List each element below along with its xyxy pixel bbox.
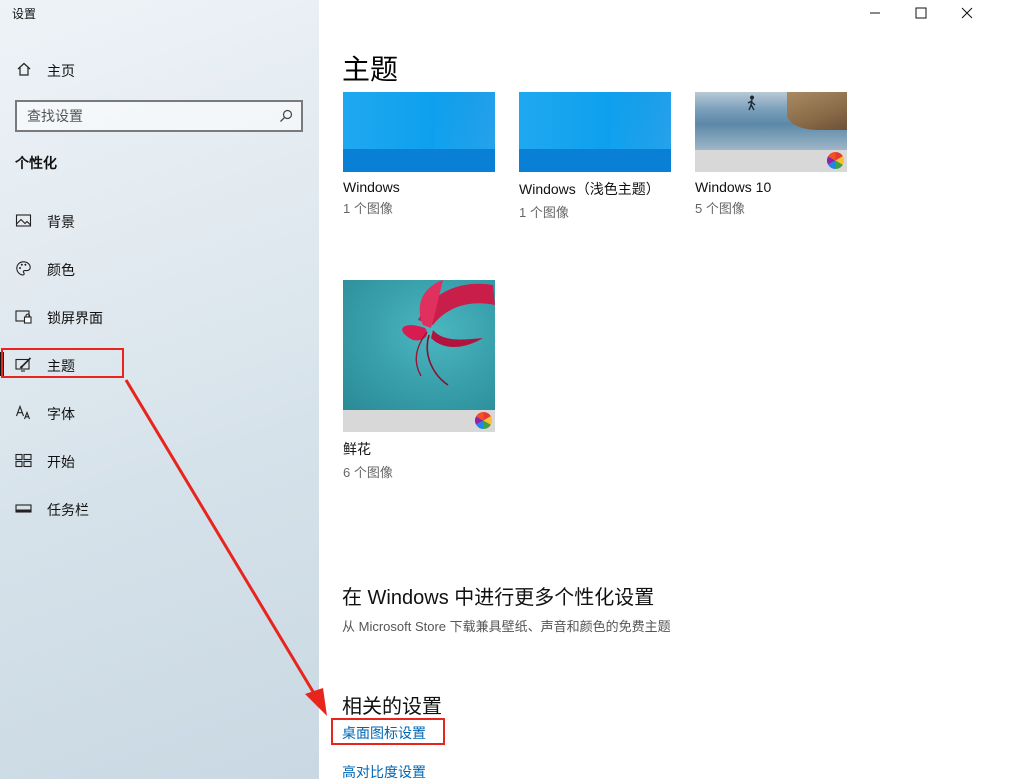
theme-card-windows-10[interactable]: Windows 10 5 个图像 bbox=[695, 92, 847, 217]
theme-image-count: 1 个图像 bbox=[519, 205, 569, 220]
theme-name: 鲜花 bbox=[343, 441, 371, 457]
active-indicator bbox=[0, 352, 4, 376]
sidebar-item-colors[interactable]: 颜色 bbox=[0, 248, 319, 288]
theme-thumbnail bbox=[343, 280, 495, 432]
theme-thumbnail bbox=[695, 92, 847, 172]
sidebar: 设置 主页 个性化 背景 颜色 锁屏界面 主题 bbox=[0, 0, 319, 779]
brush-icon bbox=[15, 356, 32, 373]
desktop-icon-settings-link[interactable]: 桌面图标设置 bbox=[342, 723, 426, 743]
theme-card-windows[interactable]: Windows 1 个图像 bbox=[343, 92, 495, 217]
more-personalization-description: 从 Microsoft Store 下载兼具壁纸、声音和颜色的免费主题 bbox=[342, 619, 671, 634]
home-icon bbox=[16, 61, 32, 77]
app-title: 设置 bbox=[12, 7, 37, 21]
search-icon[interactable] bbox=[279, 109, 293, 123]
high-contrast-settings-link[interactable]: 高对比度设置 bbox=[342, 762, 426, 779]
sidebar-home-label: 主页 bbox=[47, 63, 75, 79]
close-icon bbox=[961, 7, 973, 19]
theme-image-count: 5 个图像 bbox=[695, 201, 745, 216]
section-title: 个性化 bbox=[15, 155, 57, 171]
lock-screen-icon bbox=[15, 308, 32, 325]
sidebar-item-start[interactable]: 开始 bbox=[0, 440, 319, 480]
color-wheel-icon bbox=[475, 412, 492, 429]
close-button[interactable] bbox=[944, 0, 990, 28]
sidebar-item-label: 背景 bbox=[47, 214, 75, 230]
sidebar-item-label: 任务栏 bbox=[47, 502, 89, 518]
theme-image-count: 1 个图像 bbox=[343, 201, 393, 216]
more-personalization-heading: 在 Windows 中进行更多个性化设置 bbox=[342, 587, 655, 609]
theme-thumbnail bbox=[519, 92, 671, 172]
related-settings-heading: 相关的设置 bbox=[342, 696, 442, 718]
maximize-icon bbox=[915, 7, 927, 19]
theme-image-count: 6 个图像 bbox=[343, 465, 393, 480]
sidebar-item-label: 字体 bbox=[47, 406, 75, 422]
sidebar-item-lock-screen[interactable]: 锁屏界面 bbox=[0, 296, 319, 336]
sidebar-home[interactable]: 主页 bbox=[0, 52, 319, 86]
theme-card-windows-light[interactable]: Windows（浅色主题） 1 个图像 bbox=[519, 92, 671, 221]
sidebar-item-background[interactable]: 背景 bbox=[0, 200, 319, 240]
window-controls bbox=[864, 0, 1014, 28]
palette-icon bbox=[15, 260, 32, 277]
maximize-button[interactable] bbox=[898, 0, 944, 28]
theme-name: Windows 10 bbox=[695, 179, 772, 195]
font-icon bbox=[15, 404, 32, 421]
start-icon bbox=[15, 452, 32, 469]
theme-card-flowers[interactable]: 鲜花 6 个图像 bbox=[343, 280, 495, 481]
sidebar-item-taskbar[interactable]: 任务栏 bbox=[0, 488, 319, 528]
page-title: 主题 bbox=[342, 54, 399, 85]
theme-name: Windows bbox=[343, 179, 400, 195]
sidebar-item-label: 开始 bbox=[47, 454, 75, 470]
theme-name: Windows（浅色主题） bbox=[519, 181, 660, 197]
theme-thumbnail bbox=[343, 92, 495, 172]
image-icon bbox=[15, 212, 32, 229]
minimize-button[interactable] bbox=[852, 0, 898, 28]
minimize-icon bbox=[870, 12, 880, 14]
sidebar-item-label: 主题 bbox=[47, 358, 75, 374]
sidebar-item-themes[interactable]: 主题 bbox=[0, 344, 319, 384]
taskbar-icon bbox=[15, 500, 32, 517]
color-wheel-icon bbox=[827, 152, 844, 169]
sidebar-item-fonts[interactable]: 字体 bbox=[0, 392, 319, 432]
search-box[interactable] bbox=[15, 100, 303, 132]
sidebar-item-label: 锁屏界面 bbox=[47, 310, 103, 326]
sidebar-item-label: 颜色 bbox=[47, 262, 75, 278]
search-input[interactable] bbox=[17, 102, 301, 130]
